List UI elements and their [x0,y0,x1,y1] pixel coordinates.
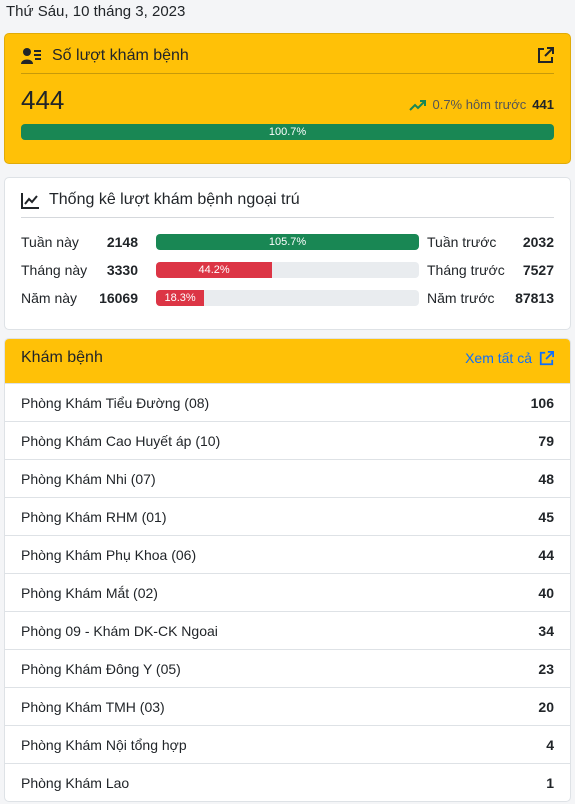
clinic-count: 20 [538,699,554,715]
stat-progress-fill: 18.3% [156,290,205,306]
clinic-name: Phòng Khám RHM (01) [21,509,167,525]
visits-progress-fill: 100.7% [21,124,554,140]
clinic-name: Phòng Khám Mắt (02) [21,585,158,601]
visits-count: 444 [21,85,65,115]
visits-card-header: Số lượt khám bệnh [21,46,554,74]
clinic-name: Phòng Khám Đông Y (05) [21,661,181,677]
trending-up-icon [409,99,427,111]
list-item[interactable]: Phòng 09 - Khám DK-CK Ngoai 34 [5,612,570,650]
line-chart-icon [21,193,39,209]
clinic-name: Phòng Khám Phụ Khoa (06) [21,547,197,563]
clinic-name: Phòng Khám Tiểu Đường (08) [21,395,210,411]
see-all-label[interactable]: Xem tất cả [465,350,532,366]
list-item[interactable]: Phòng Khám Nội tổng hợp 4 [5,726,570,764]
stat-label: Tháng này [21,262,88,278]
clinics-card-header: Khám bệnh Xem tất cả [5,339,570,384]
stat-value: 2148 [106,234,138,250]
external-link-icon[interactable] [539,350,554,366]
stats-card: Thống kê lượt khám bệnh ngoại trú Tuần n… [4,177,571,330]
stat-progress-fill: 105.7% [156,234,419,250]
stat-progress-bar: 18.3% [156,290,419,306]
previous-count: 441 [532,97,554,112]
clinic-count: 23 [538,661,554,677]
stats-title: Thống kê lượt khám bệnh ngoại trú [49,191,300,208]
clinic-name: Phòng Khám Nội tổng hợp [21,737,187,753]
clinic-count: 48 [538,471,554,487]
list-item[interactable]: Phòng Khám Phụ Khoa (06) 44 [5,536,570,574]
clinics-title: Khám bệnh [21,349,103,366]
list-item[interactable]: Phòng Khám Đông Y (05) 23 [5,650,570,688]
stat-value: 16069 [99,290,138,306]
stat-prev-label: Tuần trước [427,234,497,250]
list-item[interactable]: Phòng Khám Lao 1 [5,764,570,801]
clinic-count: 1 [546,775,554,791]
list-item[interactable]: Phòng Khám Tiểu Đường (08) 106 [5,384,570,422]
clinic-name: Phòng Khám Lao [21,775,130,791]
user-card-icon [21,48,41,64]
visits-progress-bar: 100.7% [21,124,554,140]
clinic-count: 44 [538,547,554,563]
clinics-card: Khám bệnh Xem tất cả Phòng Khám Tiểu Đườ… [4,338,571,802]
list-item[interactable]: Phòng Khám Nhi (07) 48 [5,460,570,498]
clinic-count: 40 [538,585,554,601]
stat-label: Năm này [21,290,78,306]
date-label: Thứ Sáu, 10 tháng 3, 2023 [6,3,186,20]
clinic-count: 106 [530,395,554,411]
stat-row: Tuần này 2148 105.7% Tuần trước 2032 [21,232,554,252]
clinic-name: Phòng 09 - Khám DK-CK Ngoai [21,623,218,639]
clinic-count: 34 [538,623,554,639]
visits-title: Số lượt khám bệnh [52,47,189,64]
trend-text: 0.7% hôm trước [432,97,527,112]
stat-progress-bar: 44.2% [156,262,419,278]
stat-value: 3330 [106,262,138,278]
stat-row: Tháng này 3330 44.2% Tháng trước 7527 [21,260,554,280]
stat-progress-fill: 44.2% [156,262,273,278]
see-all-link[interactable]: Xem tất cả [465,350,554,366]
visits-trend: 0.7% hôm trước 441 [409,97,554,112]
stat-label: Tuần này [21,234,79,250]
list-item[interactable]: Phòng Khám RHM (01) 45 [5,498,570,536]
stat-row: Năm này 16069 18.3% Năm trước 87813 [21,288,554,308]
stat-prev-label: Năm trước [427,290,495,306]
stat-prev-value: 7527 [522,262,554,278]
visits-card: Số lượt khám bệnh 444 0.7% hôm trước 441… [4,33,571,164]
list-item[interactable]: Phòng Khám TMH (03) 20 [5,688,570,726]
stat-progress-bar: 105.7% [156,234,419,250]
clinic-list: Phòng Khám Tiểu Đường (08) 106 Phòng Khám … [5,384,570,801]
list-item[interactable]: Phòng Khám Mắt (02) 40 [5,574,570,612]
stat-prev-value: 87813 [515,290,554,306]
stat-prev-label: Tháng trước [427,262,505,278]
clinic-count: 79 [538,433,554,449]
clinic-name: Phòng Khám Nhi (07) [21,471,156,487]
clinic-count: 4 [546,737,554,753]
stats-card-header: Thống kê lượt khám bệnh ngoại trú [21,190,554,218]
external-link-icon[interactable] [537,47,554,64]
list-item[interactable]: Phòng Khám Cao Huyết áp (10) 79 [5,422,570,460]
clinic-count: 45 [538,509,554,525]
stat-prev-value: 2032 [522,234,554,250]
clinic-name: Phòng Khám TMH (03) [21,699,165,715]
clinic-name: Phòng Khám Cao Huyết áp (10) [21,433,221,449]
